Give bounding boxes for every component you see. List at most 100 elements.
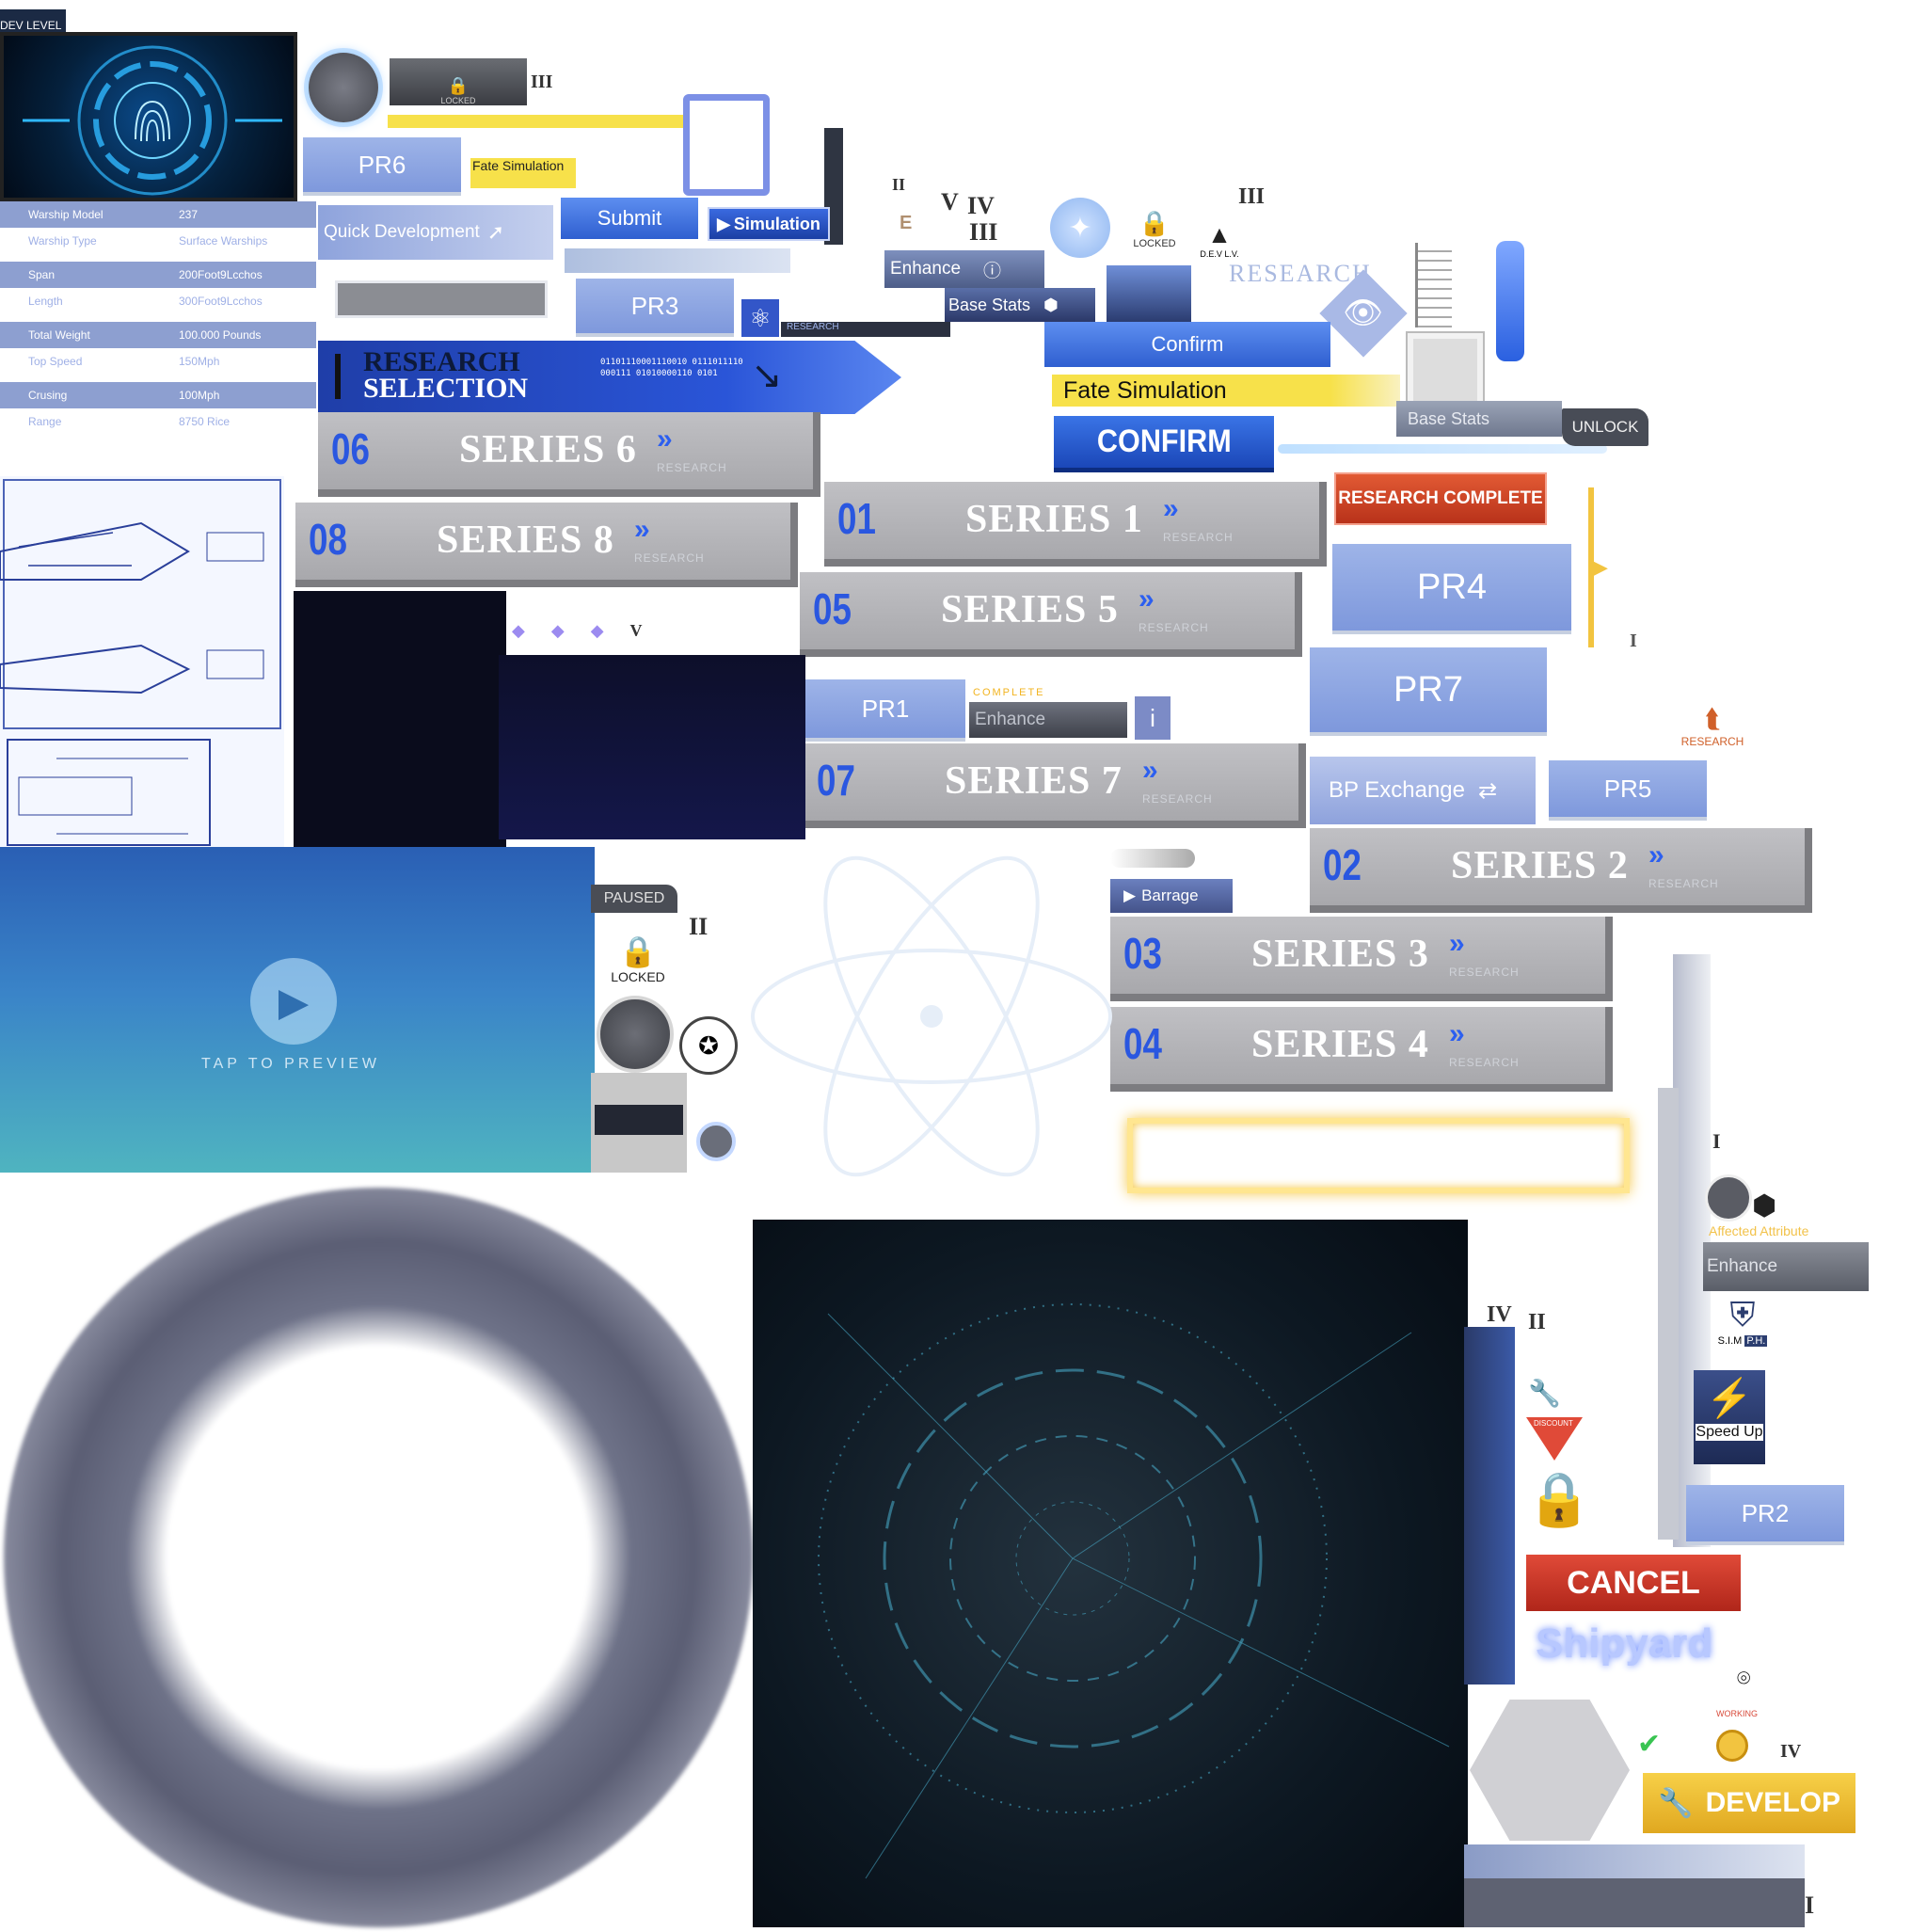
lightning-icon: ⚡ [1706, 1378, 1753, 1419]
dark-panel [294, 591, 506, 854]
chevron-double-right-icon: » [634, 514, 650, 545]
blue-vertical-panel [1464, 1327, 1515, 1685]
chevron-double-right-icon: » [1648, 839, 1664, 870]
spec-row: Top Speed 150Mph [28, 355, 220, 368]
play-icon: ▶ [717, 214, 730, 233]
series-card[interactable]: 07 SERIES 7 » RESEARCH [804, 743, 1306, 828]
series-card[interactable]: 01 SERIES 1 » RESEARCH [824, 482, 1327, 567]
series-card[interactable]: 02 SERIES 2 » RESEARCH [1310, 828, 1812, 913]
roman-numeral: III [531, 72, 553, 92]
wrench-icon: 🔧 [1528, 1379, 1561, 1408]
confirm-button[interactable]: Confirm [1044, 322, 1330, 367]
arrow-up-icon: ⮬ [1704, 704, 1721, 733]
wrench-icon: 🔧 [1658, 1787, 1694, 1819]
series-card[interactable]: 03 SERIES 3 » RESEARCH [1110, 917, 1613, 1001]
chevron-double-right-icon: » [1139, 583, 1155, 615]
spec-row: Length 300Foot9Lcchos [28, 295, 263, 308]
exchange-icon: ⇄ [1478, 777, 1498, 804]
bp-exchange-button[interactable]: BP Exchange ⇄ [1310, 757, 1536, 824]
white-square-button[interactable] [1408, 333, 1483, 408]
roman-numeral: III [969, 218, 998, 246]
simulation-button[interactable]: ▶ Simulation [708, 207, 830, 241]
spec-row: Range 8750 Rice [28, 415, 231, 428]
base-stats-button[interactable]: Base Stats ⬢ [945, 288, 1095, 322]
series-card[interactable]: 04 SERIES 4 » RESEARCH [1110, 1007, 1613, 1092]
submit-button[interactable]: Submit [561, 198, 698, 239]
glow-line [1278, 444, 1607, 454]
check-icon: ✔ [1637, 1729, 1662, 1760]
roman-numeral: I [1712, 1129, 1721, 1153]
info-icon: ⓘ [983, 261, 1002, 281]
caret-right-icon: ▶ [1592, 555, 1608, 579]
highlight-frame [1127, 1118, 1630, 1193]
confirm-big-button[interactable]: CONFIRM [1054, 416, 1274, 472]
slider-knob[interactable] [1110, 849, 1195, 868]
orb-icon [597, 996, 674, 1073]
dark-panel [499, 655, 805, 839]
spec-table: Warship Model 237 Warship Type Surface War… [0, 201, 316, 435]
roman-numeral: IV [967, 192, 995, 219]
dark-panel [1107, 265, 1191, 322]
fate-simulation-small[interactable]: Fate Simulation [470, 158, 576, 188]
barrage-button[interactable]: ▶ Barrage [1110, 879, 1233, 913]
quick-development-button[interactable]: Quick Development ➚ [318, 205, 553, 260]
series-card[interactable]: 05 SERIES 5 » RESEARCH [800, 572, 1302, 657]
pr1-button[interactable]: PR1 [805, 679, 965, 738]
spec-row: Total Weight 100.000 Pounds [0, 322, 316, 348]
speed-up-button[interactable]: ⚡ Speed Up [1694, 1370, 1765, 1464]
arrow-down-right-icon: ↘ [751, 355, 783, 396]
fingerprint-icon [23, 45, 282, 196]
coin-icon [1716, 1730, 1748, 1762]
enhance-dim-button[interactable]: Enhance [969, 702, 1127, 738]
chevron-double-right-icon: » [1142, 755, 1158, 786]
roman-numeral: III [1238, 184, 1266, 209]
ship-blueprint-icon [0, 479, 281, 846]
cancel-button[interactable]: CANCEL [1526, 1555, 1741, 1611]
spec-row: Warship Model 237 [0, 201, 316, 228]
hexagon-dark-icon: ⬢ [1752, 1190, 1777, 1221]
affected-attribute-label: Affected Attribute [1709, 1223, 1809, 1238]
series-card[interactable]: 08 SERIES 8 » RESEARCH [295, 503, 798, 587]
hex-radar-icon [1470, 1700, 1630, 1841]
portal-ring [4, 1188, 753, 1927]
research-strip: RESEARCH [781, 322, 950, 337]
bottom-bar-dark [1464, 1878, 1805, 1927]
orb-icon [309, 53, 378, 122]
roman-e-icon: E [900, 213, 913, 233]
dark-bar-panel [591, 1073, 687, 1173]
info-icon[interactable]: i [1135, 696, 1171, 740]
chevron-double-right-icon: » [1449, 928, 1465, 959]
pr5-button[interactable]: PR5 [1549, 760, 1707, 817]
emblem-icon: ✪ [679, 1016, 738, 1075]
enhance-button[interactable]: Enhance ⓘ [884, 250, 1044, 288]
chevron-double-right-icon: » [1449, 1018, 1465, 1049]
pr6-button[interactable]: PR6 [303, 137, 461, 192]
paused-label: PAUSED [591, 885, 677, 913]
unlock-button[interactable]: UNLOCK [1562, 408, 1648, 446]
fate-simulation-bar[interactable]: Fate Simulation [1052, 375, 1400, 407]
lock-icon: 🔒 [1139, 209, 1171, 237]
roman-numeral: I [1630, 631, 1637, 651]
pr2-button[interactable]: PR2 [1686, 1485, 1844, 1541]
pr3-button[interactable]: PR3 [576, 279, 734, 333]
shield-icon: ⛨ [1729, 1295, 1756, 1333]
play-button[interactable]: ▶ [250, 958, 337, 1045]
pr4-button[interactable]: PR4 [1332, 544, 1571, 631]
video-preview[interactable]: ▶ Tap to preview [0, 847, 595, 1173]
locked-badge: 🔒 LOCKED [1133, 209, 1176, 249]
spec-row: Span 200Foot9Lcchos [0, 262, 316, 288]
series-card[interactable]: 06 SERIES 6 » RESEARCH [318, 412, 820, 497]
base-stats-dim[interactable]: Base Stats [1396, 401, 1562, 437]
roman-numeral: II [1528, 1310, 1546, 1334]
sim-ph-badge: ⛨ S.I.M P.H. [1705, 1295, 1780, 1361]
enhance-gray-button[interactable]: Enhance [1703, 1242, 1869, 1291]
roman-numeral: I [1805, 1892, 1815, 1919]
gem-icon: ◆ [590, 621, 604, 640]
roman-numeral: II [892, 175, 906, 194]
develop-button[interactable]: 🔧 DEVELOP [1643, 1773, 1855, 1833]
locked-plate: 🔒 LOCKED [390, 58, 527, 105]
pr7-button[interactable]: PR7 [1310, 647, 1547, 732]
lock-icon: 🔒 [619, 934, 657, 968]
roman-numeral: IV [1780, 1741, 1802, 1762]
discount-label: DISCOUNT [1534, 1419, 1573, 1428]
